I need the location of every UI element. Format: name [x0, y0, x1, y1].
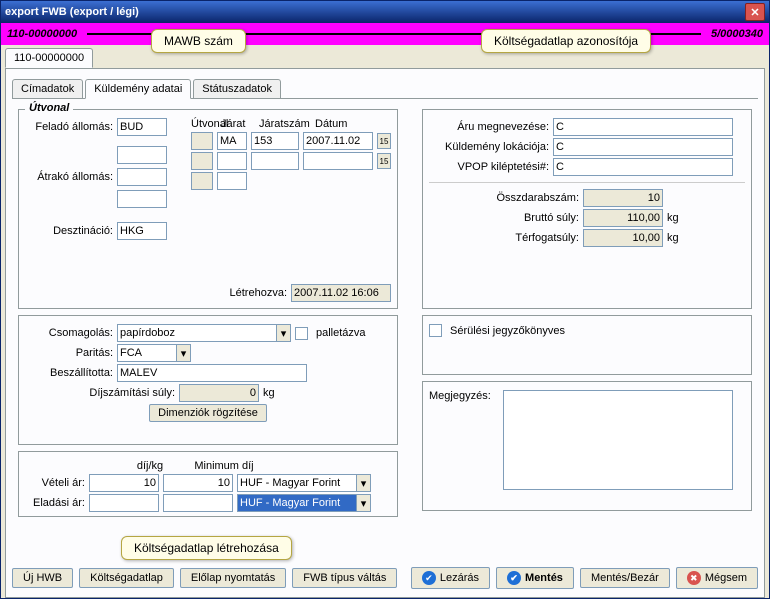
utvonal-ro-3 [191, 172, 213, 190]
chevron-down-icon[interactable]: ▾ [277, 324, 291, 342]
calendar-icon-1[interactable]: 15 [377, 133, 391, 149]
dimenziok-button[interactable]: Dimenziók rögzítése [149, 404, 267, 422]
megsem-button[interactable]: Mégsem [676, 567, 758, 589]
costsheet-id: 5/0000340 [711, 28, 763, 40]
terf-value [583, 229, 663, 247]
serules-label: Sérülési jegyzőkönyves [450, 325, 565, 337]
darab-label: Összdarabszám: [429, 192, 579, 204]
fwb-button[interactable]: FWB típus váltás [292, 568, 397, 588]
eladasi-min-input[interactable] [163, 494, 233, 512]
lokacio-label: Küldemény lokációja: [429, 141, 549, 153]
chevron-down-icon-3[interactable]: ▾ [357, 474, 371, 492]
datum-input[interactable] [303, 132, 373, 150]
beszall-input[interactable] [117, 364, 307, 382]
dijsuly-label: Díjszámítási súly: [25, 387, 175, 399]
close-icon[interactable]: ✕ [745, 3, 765, 21]
deszt-input[interactable] [117, 222, 167, 240]
callout-costsheet: Költségadatlap azonosítója [481, 29, 651, 53]
atrako2-input[interactable] [117, 168, 167, 186]
veteli-dij-input[interactable] [89, 474, 159, 492]
pallet-checkbox[interactable] [295, 327, 308, 340]
datum-input-2[interactable] [303, 152, 373, 170]
tab-kuldemeny[interactable]: Küldemény adatai [85, 79, 191, 99]
veteli-curr-select[interactable] [237, 474, 357, 492]
mawb-number: 110-00000000 [7, 28, 77, 40]
dijsuly-input [179, 384, 259, 402]
csomagolas-select[interactable] [117, 324, 277, 342]
chevron-down-icon-4[interactable]: ▾ [357, 494, 371, 512]
kg-label-2: kg [667, 212, 679, 224]
atrako1-input[interactable] [117, 146, 167, 164]
callout-mawb: MAWB szám [151, 29, 246, 53]
main-window: export FWB (export / légi) ✕ 110-0000000… [0, 0, 770, 599]
titlebar: export FWB (export / légi) ✕ [1, 1, 769, 23]
datum-col-label: Dátum [315, 118, 347, 130]
megj-textarea[interactable] [503, 390, 733, 490]
koltsegadatlap-button[interactable]: Költségadatlap [79, 568, 174, 588]
bottom-toolbar: Új HWB Költségadatlap Előlap nyomtatás F… [12, 567, 758, 589]
eladasi-label: Eladási ár: [25, 497, 85, 509]
utvonal-title: Útvonal [25, 102, 73, 114]
dijkg-label: díj/kg [115, 460, 185, 472]
lezaras-button[interactable]: Lezárás [411, 567, 490, 589]
atrako3-input[interactable] [117, 190, 167, 208]
kg-label-3: kg [667, 232, 679, 244]
aru-label: Áru megnevezése: [429, 121, 549, 133]
veteli-label: Vételi ár: [25, 477, 85, 489]
brutto-value [583, 209, 663, 227]
outer-tab[interactable]: 110-00000000 [5, 48, 93, 68]
eladasi-dij-input[interactable] [89, 494, 159, 512]
content-area: 110-00000000 Címadatok Küldemény adatai … [1, 45, 769, 598]
felado-input[interactable] [117, 118, 167, 136]
uj-hwb-button[interactable]: Új HWB [12, 568, 73, 588]
csomagolas-label: Csomagolás: [25, 327, 113, 339]
callout-create: Költségadatlap létrehozása [121, 536, 292, 560]
lokacio-input[interactable] [553, 138, 733, 156]
utvonal-ro-2 [191, 152, 213, 170]
mentes-button[interactable]: Mentés [496, 567, 574, 589]
jarat-input-3[interactable] [217, 172, 247, 190]
tab-statusz[interactable]: Státuszadatok [193, 79, 281, 99]
letrehozva-label: Létrehozva: [230, 287, 287, 299]
paritas-label: Paritás: [25, 347, 113, 359]
felado-label: Feladó állomás: [25, 121, 113, 133]
outer-tab-body: Címadatok Küldemény adatai Státuszadatok… [5, 68, 765, 598]
elolap-button[interactable]: Előlap nyomtatás [180, 568, 286, 588]
eladasi-curr-select[interactable] [237, 494, 357, 512]
serules-checkbox[interactable] [429, 324, 442, 337]
deszt-label: Desztináció: [25, 225, 113, 237]
jarat-col-label: Járat [221, 118, 255, 130]
kg-label-1: kg [263, 387, 275, 399]
pallet-label: palletázva [316, 327, 366, 339]
jaratszam-col-label: Járatszám [259, 118, 311, 130]
chevron-down-icon-2[interactable]: ▾ [177, 344, 191, 362]
mentes-bezar-button[interactable]: Mentés/Bezár [580, 568, 670, 588]
jaratszam-input[interactable] [251, 132, 299, 150]
utvonal-col-label: Útvonal [191, 118, 217, 130]
mindij-label: Minimum díj [189, 460, 259, 472]
jarat-input[interactable] [217, 132, 247, 150]
paritas-select[interactable] [117, 344, 177, 362]
jarat-input-2[interactable] [217, 152, 247, 170]
window-title: export FWB (export / légi) [5, 6, 139, 18]
beszall-label: Beszállította: [25, 367, 113, 379]
vpop-label: VPOP kiléptetési#: [429, 161, 549, 173]
brutto-label: Bruttó súly: [429, 212, 579, 224]
vpop-input[interactable] [553, 158, 733, 176]
calendar-icon-2[interactable]: 15 [377, 153, 391, 169]
tab-cimadatok[interactable]: Címadatok [12, 79, 83, 99]
darab-value [583, 189, 663, 207]
aru-input[interactable] [553, 118, 733, 136]
letrehozva-value [291, 284, 391, 302]
atrako-label: Átrakó állomás: [25, 171, 113, 183]
jaratszam-input-2[interactable] [251, 152, 299, 170]
utvonal-ro-1 [191, 132, 213, 150]
megj-label: Megjegyzés: [429, 390, 499, 402]
veteli-min-input[interactable] [163, 474, 233, 492]
header-bar: 110-00000000 5/0000340 [1, 23, 769, 45]
terf-label: Térfogatsúly: [429, 232, 579, 244]
